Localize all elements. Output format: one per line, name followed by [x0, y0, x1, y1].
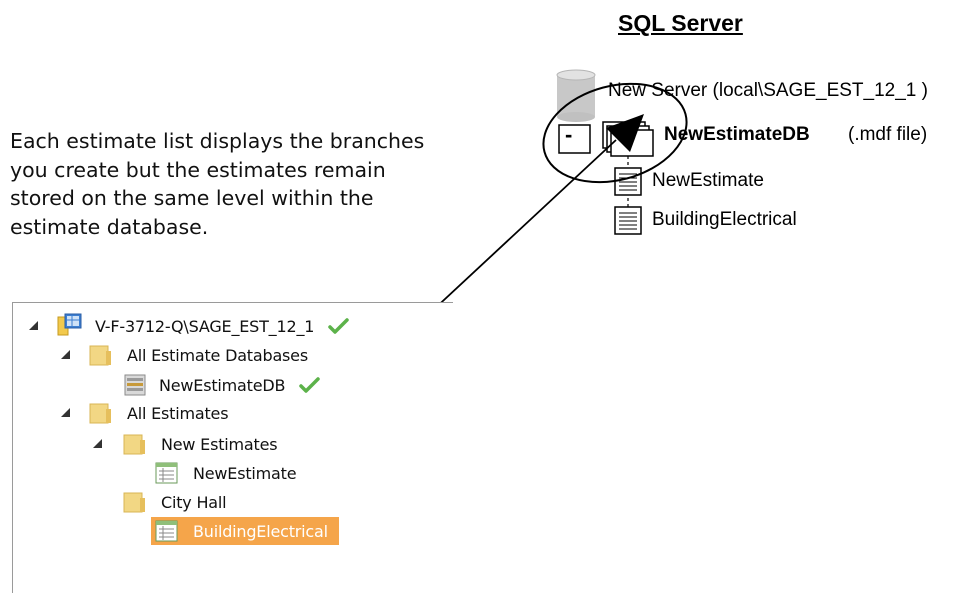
- tree-item-label: V-F-3712-Q\SAGE_EST_12_1: [95, 316, 315, 336]
- tree-item-label: City Hall: [161, 492, 227, 512]
- explanation-line: you create but the estimates remain: [10, 157, 386, 182]
- server-label: New Server (local\SAGE_EST_12_1 ): [608, 80, 928, 101]
- estimate-tree-panel: V-F-3712-Q\SAGE_EST_12_1 All Estimate Da…: [12, 302, 453, 593]
- expander-arrow-icon[interactable]: [61, 408, 70, 417]
- folder-icon: [123, 434, 145, 455]
- tree-item-databases-folder[interactable]: All Estimate Databases: [127, 342, 308, 368]
- expander-arrow-icon[interactable]: [29, 321, 38, 330]
- document-icon: [614, 206, 642, 235]
- check-icon: [299, 377, 321, 393]
- explanation-text: Each estimate list displays the branches…: [10, 127, 480, 241]
- server-node-icon: [57, 313, 82, 336]
- tree-item-estimate[interactable]: NewEstimate: [193, 460, 297, 486]
- check-icon: [328, 318, 349, 334]
- tree-item-label: All Estimates: [127, 403, 229, 423]
- explanation-line: estimate database.: [10, 214, 209, 239]
- database-label: NewEstimateDB: [664, 124, 810, 145]
- database-type-label: (.mdf file): [848, 124, 928, 145]
- collapse-symbol: -: [565, 122, 573, 147]
- tree-item-label: New Estimates: [161, 434, 278, 454]
- tree-item-subfolder[interactable]: City Hall: [161, 489, 227, 515]
- tree-item-label: All Estimate Databases: [127, 345, 308, 365]
- expander-arrow-icon[interactable]: [93, 439, 102, 448]
- tree-item-server[interactable]: V-F-3712-Q\SAGE_EST_12_1: [95, 313, 350, 339]
- collapse-box-icon: [558, 124, 591, 154]
- tree-item-subfolder[interactable]: New Estimates: [161, 431, 278, 457]
- tree-item-label: NewEstimate: [193, 463, 297, 483]
- expander-arrow-icon[interactable]: [61, 350, 70, 359]
- estimate-label: BuildingElectrical: [652, 209, 797, 230]
- estimate-icon: [155, 520, 178, 542]
- estimate-icon: [155, 462, 178, 484]
- folder-icon: [89, 403, 111, 424]
- explanation-line: stored on the same level within the: [10, 186, 374, 210]
- document-icon: [614, 167, 642, 196]
- tree-item-label: NewEstimateDB: [159, 375, 286, 395]
- tree-item-label: BuildingElectrical: [193, 521, 328, 541]
- estimate-label: NewEstimate: [652, 170, 764, 191]
- explanation-line: Each estimate list displays the branches: [10, 129, 425, 153]
- tree-item-estimate-selected[interactable]: BuildingElectrical: [193, 518, 328, 544]
- folder-icon: [123, 492, 145, 513]
- tree-item-database[interactable]: NewEstimateDB: [159, 372, 321, 398]
- server-cylinder-icon: [556, 69, 596, 122]
- tree-item-estimates-folder[interactable]: All Estimates: [127, 400, 229, 426]
- folder-icon: [89, 345, 111, 366]
- database-icon: [124, 374, 146, 396]
